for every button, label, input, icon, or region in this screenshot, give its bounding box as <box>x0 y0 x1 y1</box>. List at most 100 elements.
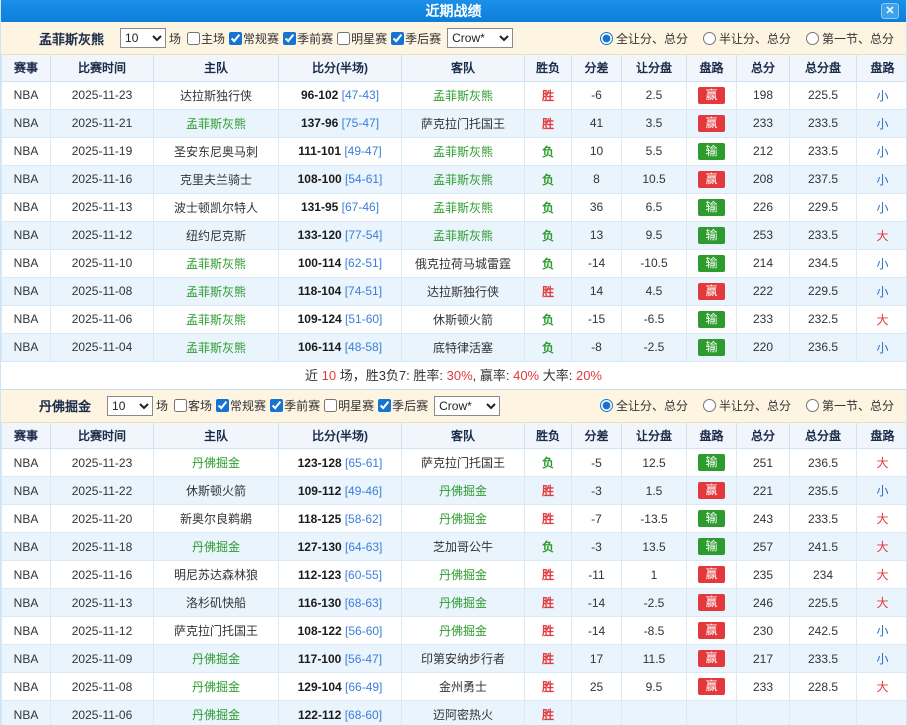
cell-total-line: 234.5 <box>790 249 857 277</box>
cell-date: 2025-11-12 <box>51 617 154 645</box>
win-lose-text: 负 <box>542 313 554 327</box>
cell-point-diff: 25 <box>572 673 622 701</box>
checkbox-input[interactable] <box>187 32 200 45</box>
radio-input[interactable] <box>806 32 819 45</box>
view-radio-第一节、总分[interactable]: 第一节、总分 <box>806 399 894 413</box>
radio-input[interactable] <box>806 399 819 412</box>
column-header: 比分(半场) <box>279 423 402 449</box>
cell-away-team: 孟菲斯灰熊 <box>402 81 525 109</box>
cell-total-points: 214 <box>737 249 790 277</box>
cell-away-team: 休斯顿火箭 <box>402 305 525 333</box>
filter-checkbox-常规赛[interactable]: 常规赛 <box>226 32 279 46</box>
filter-checkbox-客场[interactable]: 客场 <box>171 399 212 413</box>
checkbox-input[interactable] <box>337 32 350 45</box>
cell-point-diff: -15 <box>572 305 622 333</box>
full-score: 111-101 <box>298 144 341 158</box>
cell-league: NBA <box>2 109 51 137</box>
cell-point-diff: -5 <box>572 449 622 477</box>
cell-home-team: 丹佛掘金 <box>154 645 279 673</box>
checkbox-input[interactable] <box>283 32 296 45</box>
home-team-name: 孟菲斯灰熊 <box>186 313 246 327</box>
home-team-name: 丹佛掘金 <box>192 652 240 666</box>
column-header: 比赛时间 <box>51 55 154 81</box>
checkbox-input[interactable] <box>270 399 283 412</box>
filter-checkbox-季后赛[interactable]: 季后赛 <box>375 399 428 413</box>
cell-league: NBA <box>2 137 51 165</box>
game-row: NBA2025-11-21孟菲斯灰熊137-96 [75-47]萨克拉门托国王胜… <box>2 109 907 137</box>
total-result-text: 小 <box>876 285 888 299</box>
half-score: [58-62] <box>345 512 382 526</box>
win-lose-text: 胜 <box>542 568 554 582</box>
source-select[interactable]: Crow* <box>434 396 500 416</box>
view-radio-半让分、总分[interactable]: 半让分、总分 <box>703 399 791 413</box>
checkbox-input[interactable] <box>391 32 404 45</box>
full-score: 96-102 <box>301 88 338 102</box>
filter-checkbox-主场[interactable]: 主场 <box>184 32 225 46</box>
cell-total-result: 小 <box>857 617 907 645</box>
cell-result: 负 <box>525 249 572 277</box>
home-team-name: 丹佛掘金 <box>192 680 240 694</box>
cell-home-team: 达拉斯独行侠 <box>154 81 279 109</box>
filter-checkbox-常规赛[interactable]: 常规赛 <box>213 399 266 413</box>
cell-score: 111-101 [49-47] <box>279 137 402 165</box>
radio-input[interactable] <box>600 32 613 45</box>
home-team-name: 休斯顿火箭 <box>186 484 246 498</box>
view-radio-全让分、总分[interactable]: 全让分、总分 <box>600 399 688 413</box>
half-score: [74-51] <box>345 284 382 298</box>
cell-handicap-result: 赢 <box>687 561 737 589</box>
filter-checkbox-季前赛[interactable]: 季前赛 <box>280 32 333 46</box>
game-row: NBA2025-11-20新奥尔良鹈鹕118-125 [58-62]丹佛掘金胜-… <box>2 505 907 533</box>
radio-input[interactable] <box>703 32 716 45</box>
handicap-result-badge: 输 <box>698 255 725 272</box>
game-row: NBA2025-11-06丹佛掘金122-112 [68-60]迈阿密热火胜 <box>2 701 907 725</box>
filter-checkbox-季后赛[interactable]: 季后赛 <box>388 32 441 46</box>
view-radio-全让分、总分[interactable]: 全让分、总分 <box>600 32 688 46</box>
radio-input[interactable] <box>703 399 716 412</box>
checkbox-input[interactable] <box>229 32 242 45</box>
games-count-suffix: 场 <box>156 397 168 414</box>
cell-home-team: 丹佛掘金 <box>154 449 279 477</box>
half-score: [56-60] <box>345 624 382 638</box>
checkbox-input[interactable] <box>378 399 391 412</box>
cell-league: NBA <box>2 81 51 109</box>
win-lose-text: 胜 <box>542 285 554 299</box>
games-count-select[interactable]: 10 <box>120 28 166 48</box>
games-count-select[interactable]: 10 <box>107 396 153 416</box>
checkbox-input[interactable] <box>216 399 229 412</box>
half-score: [65-61] <box>345 456 382 470</box>
cell-date: 2025-11-21 <box>51 109 154 137</box>
cell-away-team: 俄克拉荷马城雷霆 <box>402 249 525 277</box>
half-score: [54-61] <box>345 172 382 186</box>
cell-result: 负 <box>525 165 572 193</box>
cell-result: 负 <box>525 221 572 249</box>
home-team-name: 明尼苏达森林狼 <box>174 568 258 582</box>
cell-home-team: 新奥尔良鹈鹕 <box>154 505 279 533</box>
cell-point-diff: -11 <box>572 561 622 589</box>
filter-checkbox-季前赛[interactable]: 季前赛 <box>267 399 320 413</box>
close-button[interactable]: ✕ <box>881 3 899 19</box>
radio-input[interactable] <box>600 399 613 412</box>
cell-point-diff: -14 <box>572 249 622 277</box>
win-lose-text: 胜 <box>542 89 554 103</box>
home-team-name: 洛杉矶快船 <box>186 596 246 610</box>
cell-result: 胜 <box>525 561 572 589</box>
source-select[interactable]: Crow* <box>447 28 513 48</box>
checkbox-input[interactable] <box>324 399 337 412</box>
full-score: 118-104 <box>298 284 341 298</box>
cell-total-points: 233 <box>737 109 790 137</box>
view-radio-第一节、总分[interactable]: 第一节、总分 <box>806 32 894 46</box>
cell-league: NBA <box>2 561 51 589</box>
cell-handicap-result: 赢 <box>687 109 737 137</box>
cell-point-diff: 17 <box>572 645 622 673</box>
cell-date: 2025-11-22 <box>51 477 154 505</box>
cell-handicap-line: -6.5 <box>622 305 687 333</box>
view-radio-半让分、总分[interactable]: 半让分、总分 <box>703 32 791 46</box>
cell-score: 122-112 [68-60] <box>279 701 402 725</box>
checkbox-input[interactable] <box>174 399 187 412</box>
handicap-result-badge: 赢 <box>698 594 725 611</box>
total-result-text: 小 <box>876 89 888 103</box>
full-score: 127-130 <box>298 540 342 554</box>
win-lose-text: 胜 <box>542 680 554 694</box>
filter-checkbox-明星赛[interactable]: 明星赛 <box>334 32 387 46</box>
filter-checkbox-明星赛[interactable]: 明星赛 <box>321 399 374 413</box>
